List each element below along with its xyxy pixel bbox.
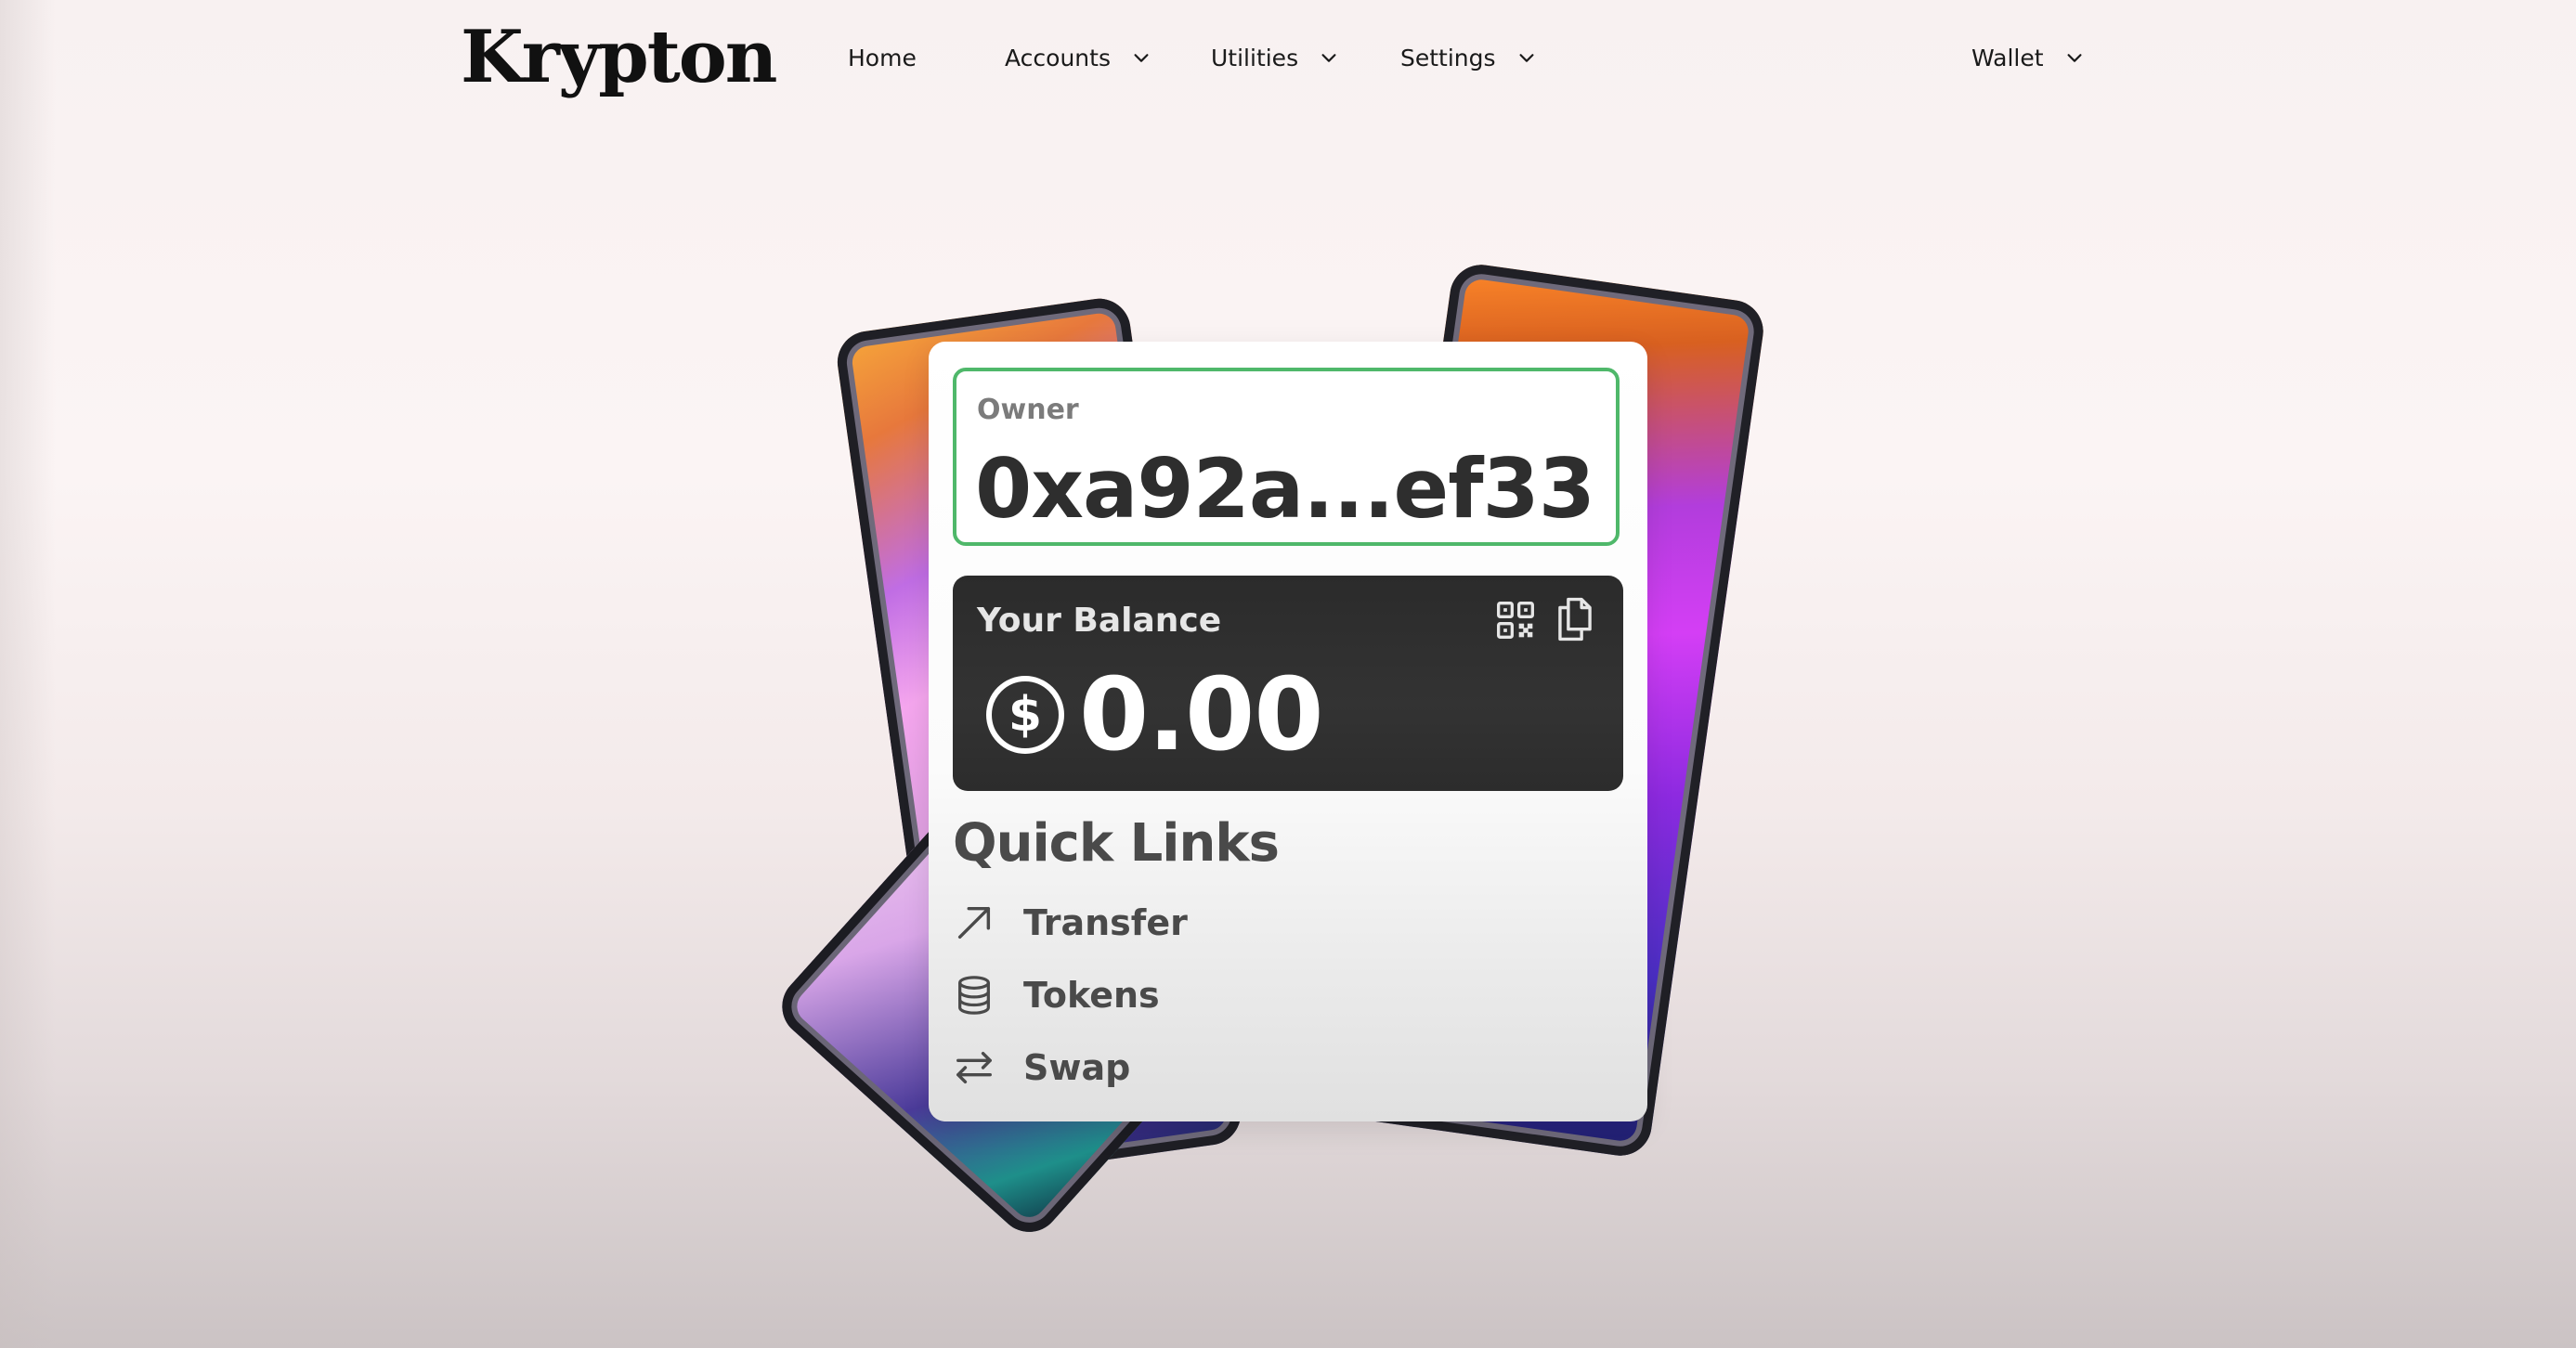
- wallet-card: Owner 0xa92a...ef33 Your Balance $ 0.00 …: [929, 342, 1647, 1121]
- owner-address[interactable]: 0xa92a...ef33: [975, 438, 1595, 540]
- coin-stack-icon: [958, 976, 990, 1015]
- owner-label: Owner: [977, 394, 1079, 426]
- nav-accounts-label: Accounts: [1005, 44, 1111, 71]
- copy-icon[interactable]: [1555, 596, 1595, 642]
- arrow-up-right-icon: [957, 906, 991, 940]
- nav-utilities-label: Utilities: [1211, 44, 1299, 71]
- top-navigation: Krypton Home Accounts Utilities Settings…: [0, 0, 2576, 117]
- balance-label: Your Balance: [977, 602, 1222, 640]
- nav-home-label: Home: [848, 44, 917, 71]
- chevron-down-icon: [1519, 54, 1534, 62]
- swap-arrows-icon: [956, 1051, 992, 1084]
- chevron-down-icon: [1134, 54, 1149, 62]
- brand-logo[interactable]: Krypton: [461, 13, 778, 102]
- nav-settings[interactable]: Settings: [1400, 35, 1537, 80]
- svg-text:$: $: [1008, 687, 1042, 743]
- quick-link-swap[interactable]: Swap: [953, 1040, 1130, 1095]
- quick-link-label: Swap: [1023, 1047, 1131, 1088]
- owner-address-field[interactable]: Owner 0xa92a...ef33: [953, 368, 1620, 546]
- quick-links-title: Quick Links: [953, 813, 1280, 874]
- nav-settings-label: Settings: [1400, 44, 1496, 71]
- chevron-down-icon: [2066, 54, 2082, 62]
- chevron-down-icon: [1321, 54, 1336, 62]
- nav-wallet-label: Wallet: [1971, 44, 2044, 71]
- qr-code-icon[interactable]: [1495, 600, 1536, 641]
- nav-wallet[interactable]: Wallet: [1971, 35, 2085, 80]
- balance-panel: Your Balance $ 0.00: [953, 576, 1623, 791]
- nav-home[interactable]: Home: [848, 35, 917, 80]
- dollar-circle-icon: $: [986, 676, 1064, 754]
- quick-link-label: Transfer: [1023, 902, 1188, 943]
- quick-link-tokens[interactable]: Tokens: [953, 967, 1160, 1023]
- balance-amount: 0.00: [1079, 657, 1323, 773]
- nav-utilities[interactable]: Utilities: [1211, 35, 1339, 80]
- quick-link-label: Tokens: [1023, 975, 1160, 1016]
- quick-link-transfer[interactable]: Transfer: [953, 895, 1188, 951]
- nav-accounts[interactable]: Accounts: [1005, 35, 1151, 80]
